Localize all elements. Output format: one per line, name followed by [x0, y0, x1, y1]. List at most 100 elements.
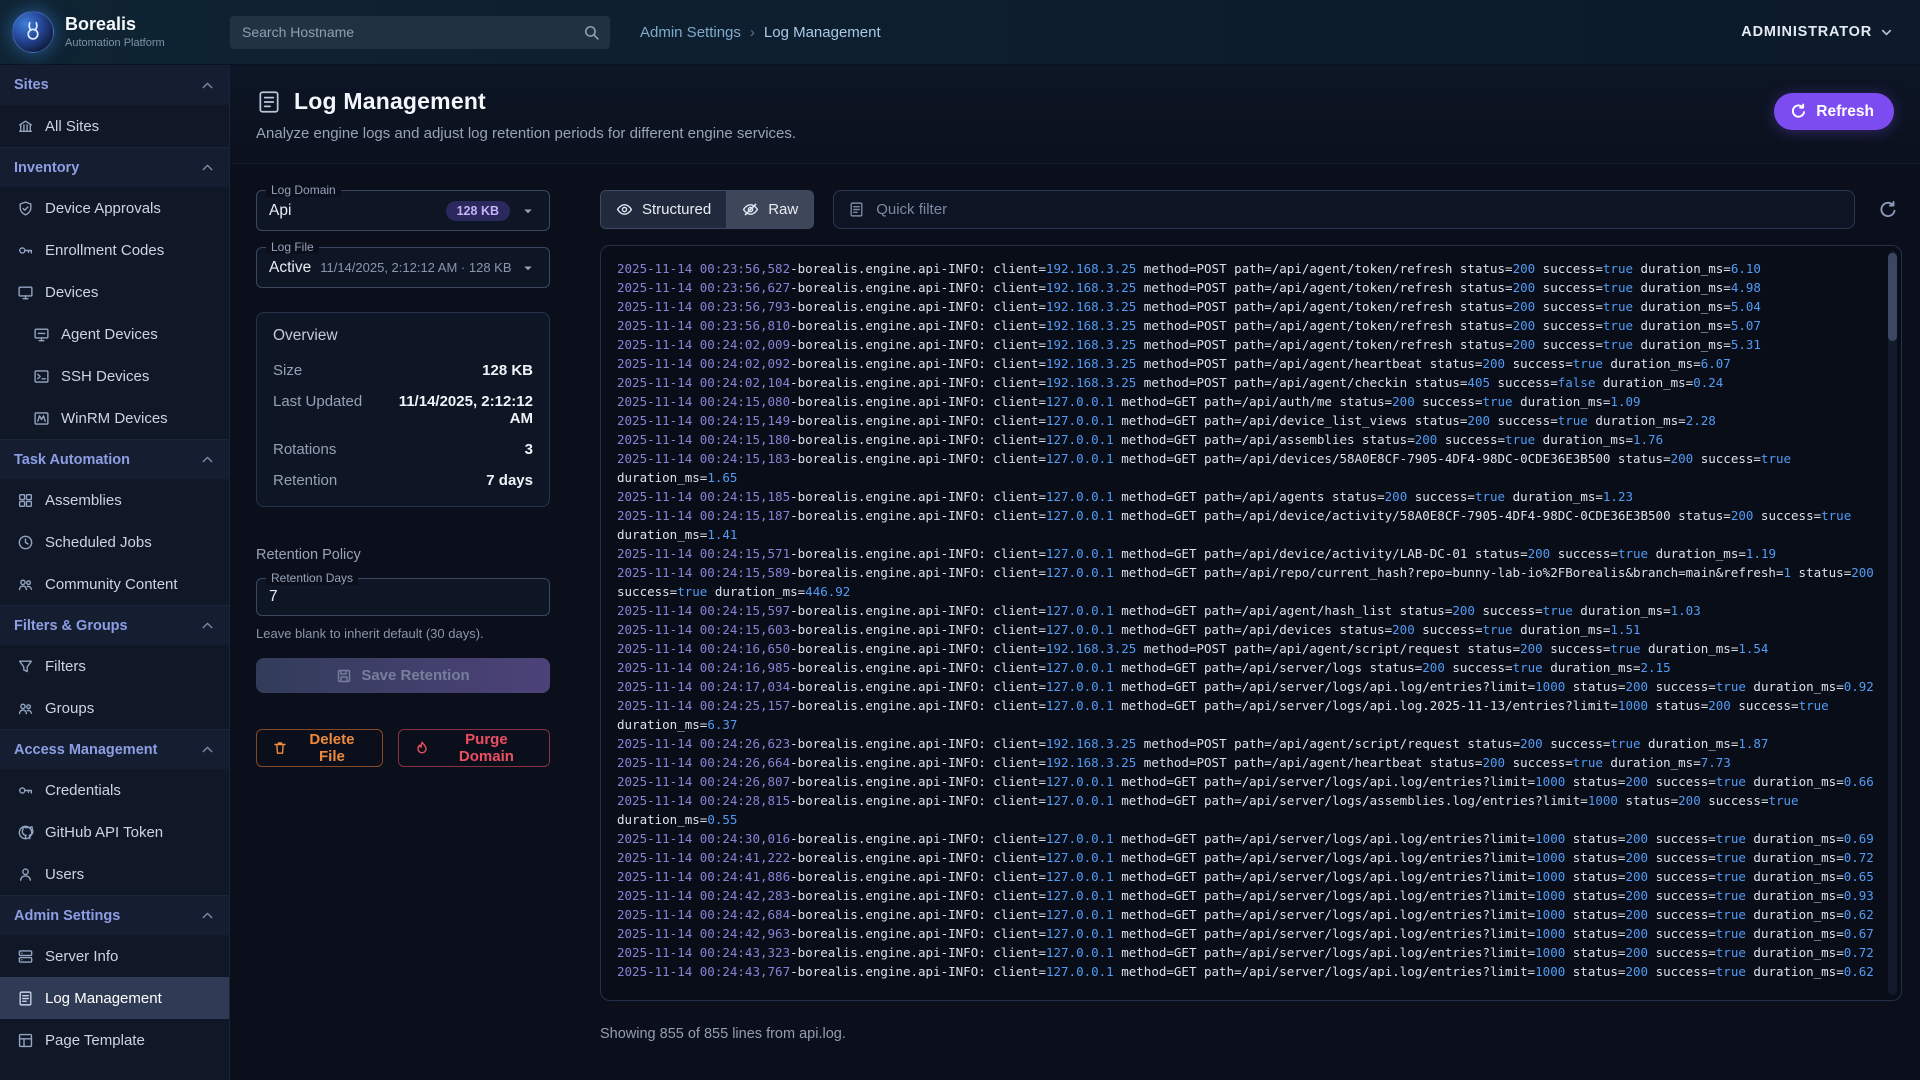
- sidebar-section-label: Task Automation: [14, 452, 130, 468]
- sidebar-item-label: GitHub API Token: [45, 824, 163, 841]
- sidebar-item-page-template[interactable]: Page Template: [0, 1019, 229, 1061]
- sidebar-item-label: Groups: [45, 700, 94, 717]
- sidebar-section-inventory[interactable]: Inventory: [0, 147, 229, 187]
- sidebar-item-enrollment-codes[interactable]: Enrollment Codes: [0, 229, 229, 271]
- sidebar-item-filters[interactable]: Filters: [0, 645, 229, 687]
- filters-icon: [17, 658, 34, 675]
- assemblies-icon: [17, 492, 34, 509]
- sidebar-section-task-automation[interactable]: Task Automation: [0, 439, 229, 479]
- sidebar-item-label: Device Approvals: [45, 200, 161, 217]
- raw-view-label: Raw: [768, 201, 798, 218]
- sidebar-item-device-approvals[interactable]: Device Approvals: [0, 187, 229, 229]
- sidebar-item-scheduled-jobs[interactable]: Scheduled Jobs: [0, 521, 229, 563]
- hostname-search: [230, 16, 610, 49]
- search-icon: [583, 24, 600, 41]
- delete-file-button[interactable]: Delete File: [256, 729, 383, 767]
- view-mode-toggle: Structured Raw: [600, 190, 814, 229]
- sidebar-item-community-content[interactable]: Community Content: [0, 563, 229, 605]
- trash-icon: [272, 740, 288, 756]
- sidebar-item-label: Log Management: [45, 990, 162, 1007]
- save-retention-button[interactable]: Save Retention: [256, 658, 550, 693]
- log-management-page-icon: [256, 89, 282, 115]
- page-subtitle: Analyze engine logs and adjust log reten…: [256, 125, 796, 142]
- overview-row-size: Size128 KB: [273, 355, 533, 386]
- sidebar-item-server-info[interactable]: Server Info: [0, 935, 229, 977]
- chevron-up-icon: [199, 159, 216, 176]
- sidebar-item-ssh-devices[interactable]: SSH Devices: [0, 355, 229, 397]
- brand-name: Borealis: [65, 15, 165, 35]
- retention-policy-title: Retention Policy: [256, 547, 550, 563]
- log-refresh-button[interactable]: [1874, 196, 1902, 224]
- log-domain-select[interactable]: Log Domain Api 128 KB: [256, 190, 550, 231]
- devices-icon: [17, 284, 34, 301]
- log-line: 2025-11-14 00:24:26,623-borealis.engine.…: [617, 734, 1877, 753]
- scheduled-jobs-icon: [17, 534, 34, 551]
- chevron-up-icon: [199, 741, 216, 758]
- sidebar-section-sites[interactable]: Sites: [0, 65, 229, 105]
- sidebar-item-credentials[interactable]: Credentials: [0, 769, 229, 811]
- filter-log-icon: [848, 201, 865, 218]
- purge-domain-button[interactable]: Purge Domain: [398, 729, 550, 767]
- ssh-devices-icon: [33, 368, 50, 385]
- overview-row-last-updated: Last Updated11/14/2025, 2:12:12 AM: [273, 386, 533, 434]
- quick-filter: [833, 190, 1855, 229]
- log-controls-panel: Log Domain Api 128 KB Log File Active 11…: [256, 190, 550, 1080]
- log-file-select[interactable]: Log File Active 11/14/2025, 2:12:12 AM ·…: [256, 247, 550, 288]
- sidebar-item-groups[interactable]: Groups: [0, 687, 229, 729]
- refresh-button[interactable]: Refresh: [1774, 93, 1894, 130]
- brand[interactable]: Borealis Automation Platform: [12, 11, 230, 53]
- log-line: 2025-11-14 00:24:43,323-borealis.engine.…: [617, 943, 1877, 962]
- overview-title: Overview: [273, 327, 533, 345]
- sidebar-item-log-management[interactable]: Log Management: [0, 977, 229, 1019]
- chevron-down-icon: [1879, 25, 1894, 40]
- overview-row-label: Retention: [273, 472, 337, 489]
- log-line: 2025-11-14 00:24:16,985-borealis.engine.…: [617, 658, 1877, 677]
- sidebar-item-label: Devices: [45, 284, 98, 301]
- sidebar-item-winrm-devices[interactable]: WinRM Devices: [0, 397, 229, 439]
- content: Log Domain Api 128 KB Log File Active 11…: [230, 164, 1920, 1080]
- overview-row-value: 128 KB: [482, 362, 533, 379]
- credentials-icon: [17, 782, 34, 799]
- sidebar-item-label: Scheduled Jobs: [45, 534, 152, 551]
- sidebar-item-github-api-token[interactable]: GitHub API Token: [0, 811, 229, 853]
- sidebar-item-users[interactable]: Users: [0, 853, 229, 895]
- topbar: Borealis Automation Platform Admin Setti…: [0, 0, 1920, 65]
- user-menu-button[interactable]: ADMINISTRATOR: [1741, 24, 1894, 40]
- sidebar-section-label: Sites: [14, 77, 49, 93]
- log-line: 2025-11-14 00:24:15,180-borealis.engine.…: [617, 430, 1877, 449]
- sidebar-item-label: Assemblies: [45, 492, 122, 509]
- main-content: Log Management Analyze engine logs and a…: [230, 65, 1920, 1080]
- page-title: Log Management: [294, 88, 486, 115]
- sidebar-section-filters-groups[interactable]: Filters & Groups: [0, 605, 229, 645]
- refresh-icon: [1790, 103, 1807, 120]
- log-scrollbar-track[interactable]: [1888, 251, 1897, 995]
- breadcrumb-admin-settings[interactable]: Admin Settings: [640, 24, 741, 41]
- sidebar-item-devices[interactable]: Devices: [0, 271, 229, 313]
- log-scrollbar-thumb[interactable]: [1888, 253, 1897, 341]
- structured-view-button[interactable]: Structured: [601, 191, 726, 228]
- sidebar-item-agent-devices[interactable]: Agent Devices: [0, 313, 229, 355]
- sidebar-section-admin-settings[interactable]: Admin Settings: [0, 895, 229, 935]
- retention-days-input[interactable]: [269, 588, 537, 606]
- overview-row-retention: Retention 7 days: [273, 465, 533, 496]
- log-line: 2025-11-14 00:24:42,283-borealis.engine.…: [617, 886, 1877, 905]
- log-line: 2025-11-14 00:24:15,149-borealis.engine.…: [617, 411, 1877, 430]
- overview-row-value: 7 days: [486, 472, 533, 489]
- breadcrumb-log-management[interactable]: Log Management: [764, 24, 881, 41]
- sidebar-item-label: Credentials: [45, 782, 121, 799]
- log-viewer[interactable]: 2025-11-14 00:23:56,582-borealis.engine.…: [600, 245, 1902, 1001]
- overview-row-label: Last Updated: [273, 393, 362, 410]
- sidebar-section-access-management[interactable]: Access Management: [0, 729, 229, 769]
- sidebar-item-assemblies[interactable]: Assemblies: [0, 479, 229, 521]
- search-input[interactable]: [230, 16, 610, 49]
- sidebar-section-label: Access Management: [14, 742, 157, 758]
- shell: Sites All SitesInventory Device Approvals E…: [0, 65, 1920, 1080]
- sidebar-item-label: Agent Devices: [61, 326, 158, 343]
- log-domain-label: Log Domain: [266, 183, 341, 197]
- raw-view-button[interactable]: Raw: [726, 191, 813, 228]
- sidebar-item-all-sites[interactable]: All Sites: [0, 105, 229, 147]
- quick-filter-input[interactable]: [876, 201, 1840, 218]
- log-line: 2025-11-14 00:24:15,080-borealis.engine.…: [617, 392, 1877, 411]
- retention-days-field[interactable]: Retention Days: [256, 578, 550, 616]
- log-line: 2025-11-14 00:24:30,016-borealis.engine.…: [617, 829, 1877, 848]
